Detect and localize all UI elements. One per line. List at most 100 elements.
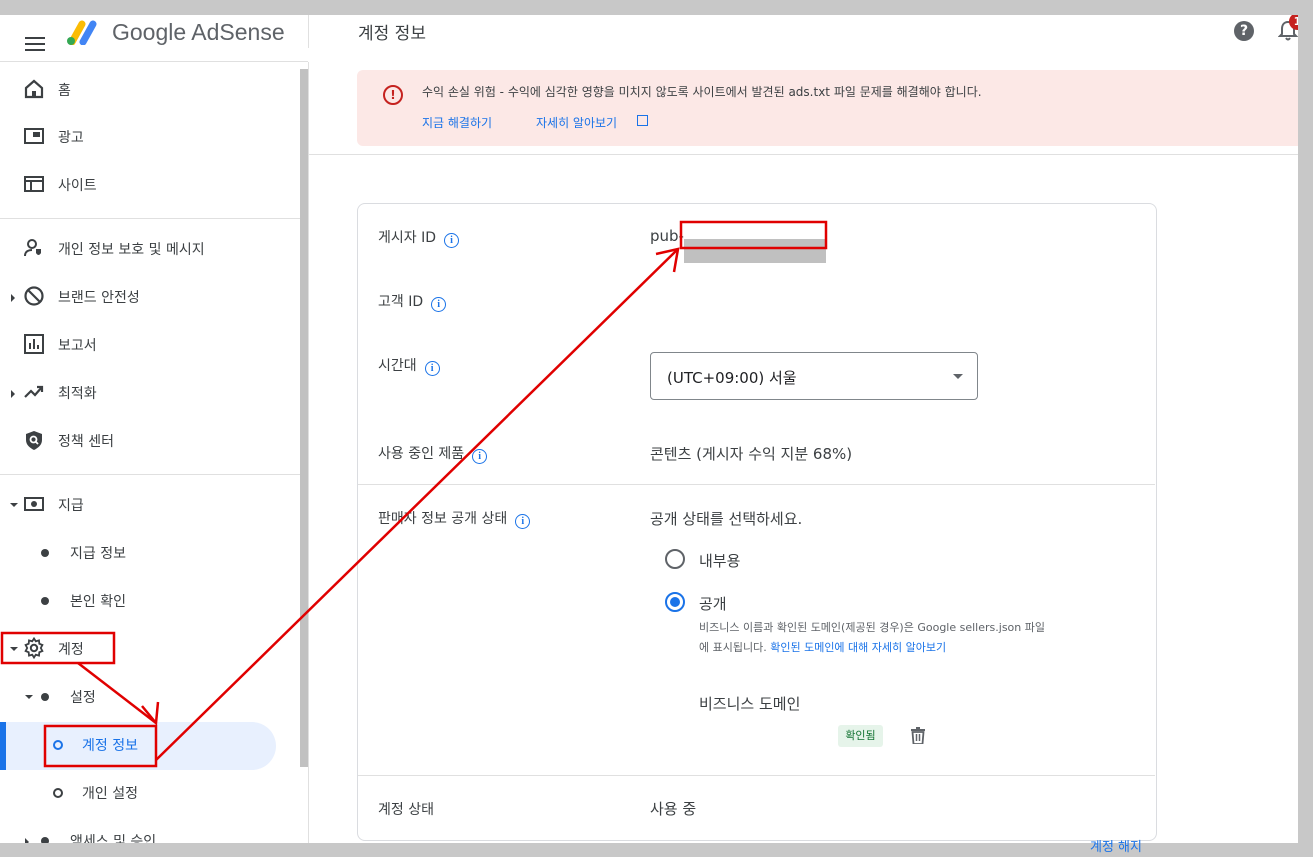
- sidebar-item-sites[interactable]: 사이트: [0, 165, 300, 205]
- seller-visibility-label: 판매자 정보 공개 상태 i: [378, 508, 531, 529]
- sidebar-item-label: 지급: [58, 498, 84, 514]
- verified-badge: 확인됨: [838, 725, 883, 747]
- sidebar-item-payments[interactable]: 지급: [0, 485, 300, 525]
- screenshot-border-top: [0, 0, 1313, 15]
- sidebar-divider: [0, 218, 300, 219]
- sidebar-item-label: 지급 정보: [70, 546, 126, 562]
- sites-icon: [24, 176, 44, 192]
- privacy-icon: [24, 239, 41, 257]
- bullet-ring-icon: [53, 788, 63, 798]
- trash-icon[interactable]: [911, 727, 925, 744]
- publisher-id-text: 게시자 ID: [378, 230, 436, 246]
- radio-public-label[interactable]: 공개: [699, 593, 727, 614]
- radio-internal[interactable]: [665, 549, 685, 569]
- fix-now-link[interactable]: 지금 해결하기: [422, 114, 492, 131]
- close-account-link[interactable]: 계정 해지: [1090, 836, 1142, 855]
- customer-id-text: 고객 ID: [378, 294, 424, 310]
- sidebar-divider: [0, 474, 300, 475]
- sidebar-item-personal-settings[interactable]: 개인 설정: [0, 773, 300, 813]
- sidebar-item-account[interactable]: 계정: [0, 629, 300, 669]
- sidebar-item-brand-safety[interactable]: 브랜드 안전성: [0, 277, 300, 317]
- sidebar-item-label: 최적화: [58, 386, 97, 402]
- sidebar-item-label: 개인 설정: [82, 786, 138, 802]
- sidebar-item-account-info[interactable]: 계정 정보: [0, 725, 300, 765]
- sidebar-item-label: 계정: [58, 642, 84, 658]
- sidebar-item-label: 사이트: [58, 178, 97, 194]
- collapse-caret-icon[interactable]: [25, 695, 33, 699]
- sidebar-item-label: 개인 정보 보호 및 메시지: [58, 242, 205, 258]
- info-icon[interactable]: i: [472, 449, 488, 464]
- brand-name: Google AdSense: [112, 19, 285, 45]
- help-text-line-2: 에 표시됩니다. 확인된 도메인에 대해 자세히 알아보기: [699, 638, 1099, 658]
- adsense-app: Google AdSense 계정 정보 ? 1 홈 광고 사이트 개인 정보 …: [0, 15, 1298, 843]
- sidebar-item-privacy[interactable]: 개인 정보 보호 및 메시지: [0, 229, 300, 269]
- sidebar-item-ads[interactable]: 광고: [0, 117, 300, 157]
- redacted-publisher-id: [684, 239, 826, 263]
- header-divider: [308, 15, 309, 48]
- external-link-icon: [637, 115, 648, 126]
- bullet-icon: [41, 597, 49, 605]
- sidebar-item-label: 정책 센터: [58, 434, 114, 450]
- sidebar-item-label: 계정 정보: [82, 738, 138, 754]
- radio-internal-label[interactable]: 내부용: [699, 550, 740, 571]
- products-text: 사용 중인 제품: [378, 446, 465, 462]
- publisher-id-value: pub-: [650, 227, 684, 245]
- sidebar-item-settings[interactable]: 설정: [0, 677, 300, 717]
- info-icon[interactable]: i: [444, 233, 459, 248]
- sidebar-item-label: 광고: [58, 130, 84, 146]
- timezone-select[interactable]: (UTC+09:00) 서울: [650, 352, 978, 400]
- sidebar-scrollbar[interactable]: [300, 69, 308, 767]
- sidebar-item-label: 설정: [70, 690, 96, 706]
- verified-domain-learn-link[interactable]: 확인된 도메인에 대해 자세히 알아보기: [770, 641, 946, 654]
- sidebar-item-label: 홈: [58, 83, 71, 99]
- info-icon[interactable]: i: [515, 514, 531, 529]
- sidebar-item-payment-info[interactable]: 지급 정보: [0, 533, 300, 573]
- dropdown-arrow-icon: [953, 374, 963, 379]
- seller-visibility-prompt: 공개 상태를 선택하세요.: [650, 510, 803, 528]
- bullet-ring-icon: [53, 740, 63, 750]
- block-icon: [24, 286, 44, 306]
- trending-icon: [24, 385, 44, 398]
- products-value: 콘텐츠 (게시자 수익 지분 68%): [650, 445, 853, 463]
- ads-icon: [24, 128, 44, 144]
- home-icon: [24, 79, 44, 99]
- bullet-icon: [41, 693, 49, 701]
- learn-more-link[interactable]: 자세히 알아보기: [536, 114, 617, 131]
- customer-id-label: 고객 ID i: [378, 291, 447, 312]
- sidebar-item-home[interactable]: 홈: [0, 70, 300, 110]
- timezone-text: 시간대: [378, 358, 417, 374]
- ads-txt-alert: ! 수익 손실 위험 - 수익에 심각한 영향을 미치지 않도록 사이트에서 발…: [357, 70, 1298, 146]
- account-status-label: 계정 상태: [378, 802, 434, 818]
- sidebar-item-optimization[interactable]: 최적화: [0, 373, 300, 413]
- expand-caret-icon[interactable]: [11, 294, 15, 302]
- collapse-caret-icon[interactable]: [10, 503, 18, 507]
- timezone-label: 시간대 i: [378, 355, 440, 376]
- timezone-value: (UTC+09:00) 서울: [667, 369, 797, 387]
- reports-icon: [24, 334, 44, 354]
- products-label: 사용 중인 제품 i: [378, 443, 488, 464]
- error-icon: !: [383, 85, 403, 105]
- sidebar-item-access[interactable]: 액세스 및 승인: [0, 821, 300, 843]
- menu-icon[interactable]: [25, 37, 45, 53]
- alert-message: 수익 손실 위험 - 수익에 심각한 영향을 미치지 않도록 사이트에서 발견된…: [422, 85, 982, 99]
- sidebar-item-label: 브랜드 안전성: [58, 290, 140, 306]
- info-icon[interactable]: i: [431, 297, 447, 312]
- sidebar-item-identity[interactable]: 본인 확인: [0, 581, 300, 621]
- sidebar-item-policy-center[interactable]: 정책 센터: [0, 421, 300, 461]
- expand-caret-icon[interactable]: [11, 390, 15, 398]
- card-divider: [358, 775, 1155, 776]
- account-status-value: 사용 중: [650, 800, 697, 818]
- sidebar-item-reports[interactable]: 보고서: [0, 325, 300, 365]
- help-icon[interactable]: ?: [1234, 21, 1254, 41]
- sidebar-item-label: 액세스 및 승인: [70, 834, 157, 843]
- sidebar-item-label: 본인 확인: [70, 594, 126, 610]
- info-icon[interactable]: i: [424, 361, 440, 376]
- payments-icon: [24, 497, 44, 511]
- radio-public[interactable]: [665, 592, 685, 612]
- gear-icon: [24, 637, 44, 659]
- content-divider: [308, 154, 1298, 155]
- shield-icon: [26, 431, 42, 450]
- card-divider: [358, 484, 1155, 485]
- collapse-caret-icon[interactable]: [10, 647, 18, 651]
- screenshot-border-right: [1298, 0, 1313, 857]
